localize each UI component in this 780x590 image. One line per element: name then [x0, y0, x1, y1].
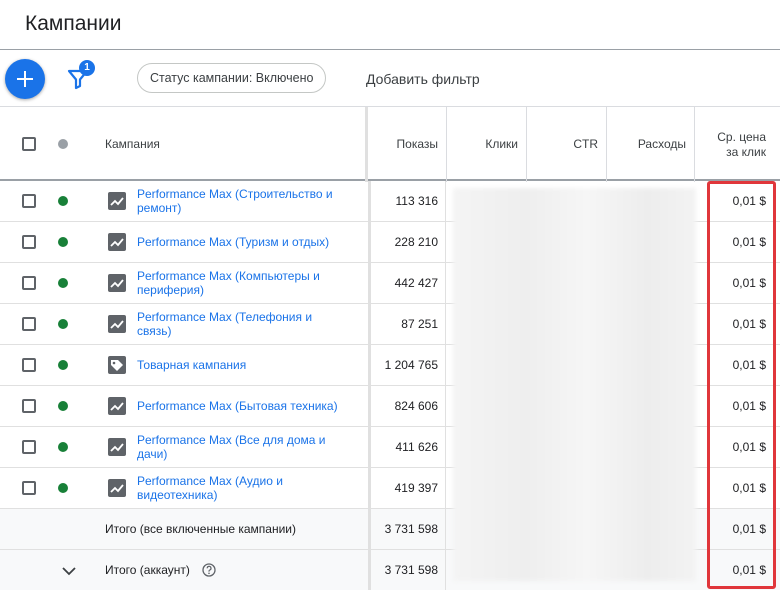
campaign-link[interactable]: Performance Max (Туризм и отдых) — [137, 235, 347, 249]
status-column-dot — [58, 139, 68, 149]
column-divider — [606, 107, 607, 182]
help-icon[interactable] — [202, 563, 216, 577]
column-divider — [365, 107, 368, 182]
table-header: Кампания Показы Клики CTR Расходы Ср. це… — [0, 106, 780, 182]
row-checkbox[interactable] — [22, 399, 36, 413]
performance-max-icon — [108, 274, 126, 292]
impressions-value: 824 606 — [394, 399, 438, 413]
row-checkbox[interactable] — [22, 276, 36, 290]
totals-label: Итого (все включенные кампании) — [105, 522, 296, 536]
highlight-box — [707, 181, 776, 589]
impressions-value: 442 427 — [394, 276, 438, 290]
row-checkbox[interactable] — [22, 481, 36, 495]
status-enabled-dot[interactable] — [58, 360, 68, 370]
impressions-value: 419 397 — [394, 481, 438, 495]
campaign-link[interactable]: Performance Max (Телефония и связь) — [137, 310, 347, 338]
status-enabled-dot[interactable] — [58, 483, 68, 493]
impressions-value: 1 204 765 — [384, 358, 438, 372]
impressions-value: 228 210 — [394, 235, 438, 249]
row-checkbox[interactable] — [22, 235, 36, 249]
column-ctr[interactable]: CTR — [530, 137, 598, 151]
campaign-link[interactable]: Performance Max (Компьютеры и периферия) — [137, 269, 347, 297]
impressions-value: 87 251 — [401, 317, 438, 331]
redacted-area — [453, 188, 696, 581]
performance-max-icon — [108, 438, 126, 456]
performance-max-icon — [108, 479, 126, 497]
campaign-link[interactable]: Performance Max (Аудио и видеотехника) — [137, 474, 347, 502]
column-avg-cpc-line2[interactable]: за клик — [700, 145, 766, 159]
row-checkbox[interactable] — [22, 440, 36, 454]
plus-icon — [17, 71, 33, 87]
status-enabled-dot[interactable] — [58, 196, 68, 206]
column-cost[interactable]: Расходы — [610, 137, 686, 151]
chevron-down-icon[interactable] — [61, 563, 77, 579]
column-divider — [446, 107, 447, 182]
page-header: Кампании — [0, 0, 780, 50]
column-divider — [526, 107, 527, 182]
status-enabled-dot[interactable] — [58, 278, 68, 288]
status-filter-chip[interactable]: Статус кампании: Включено — [137, 63, 327, 93]
add-campaign-button[interactable] — [5, 59, 45, 99]
filter-count-badge: 1 — [79, 60, 95, 76]
select-all-checkbox[interactable] — [22, 137, 36, 151]
performance-max-icon — [108, 397, 126, 415]
status-enabled-dot[interactable] — [58, 442, 68, 452]
status-enabled-dot[interactable] — [58, 401, 68, 411]
totals-label: Итого (аккаунт) — [105, 563, 190, 577]
campaign-link[interactable]: Performance Max (Строительство и ремонт) — [137, 187, 347, 215]
column-impressions[interactable]: Показы — [372, 137, 438, 151]
performance-max-icon — [108, 233, 126, 251]
impressions-value: 411 626 — [395, 440, 439, 454]
performance-max-icon — [108, 315, 126, 333]
campaign-link[interactable]: Performance Max (Все для дома и дачи) — [137, 433, 347, 461]
toolbar: 1 Статус кампании: Включено Добавить фил… — [0, 51, 780, 106]
add-filter-button[interactable]: Добавить фильтр — [366, 71, 480, 87]
column-campaign[interactable]: Кампания — [105, 137, 160, 151]
impressions-total: 3 731 598 — [384, 563, 438, 577]
status-enabled-dot[interactable] — [58, 237, 68, 247]
shopping-tag-icon — [108, 356, 126, 374]
row-checkbox[interactable] — [22, 194, 36, 208]
impressions-total: 3 731 598 — [384, 522, 438, 536]
row-checkbox[interactable] — [22, 317, 36, 331]
column-avg-cpc-line1[interactable]: Ср. цена — [700, 130, 766, 144]
performance-max-icon — [108, 192, 126, 210]
campaign-link[interactable]: Товарная кампания — [137, 358, 347, 372]
column-clicks[interactable]: Клики — [450, 137, 518, 151]
status-enabled-dot[interactable] — [58, 319, 68, 329]
column-divider — [694, 107, 695, 182]
row-checkbox[interactable] — [22, 358, 36, 372]
campaign-link[interactable]: Performance Max (Бытовая техника) — [137, 399, 347, 413]
impressions-value: 113 316 — [395, 194, 439, 208]
page-title: Кампании — [25, 12, 122, 35]
